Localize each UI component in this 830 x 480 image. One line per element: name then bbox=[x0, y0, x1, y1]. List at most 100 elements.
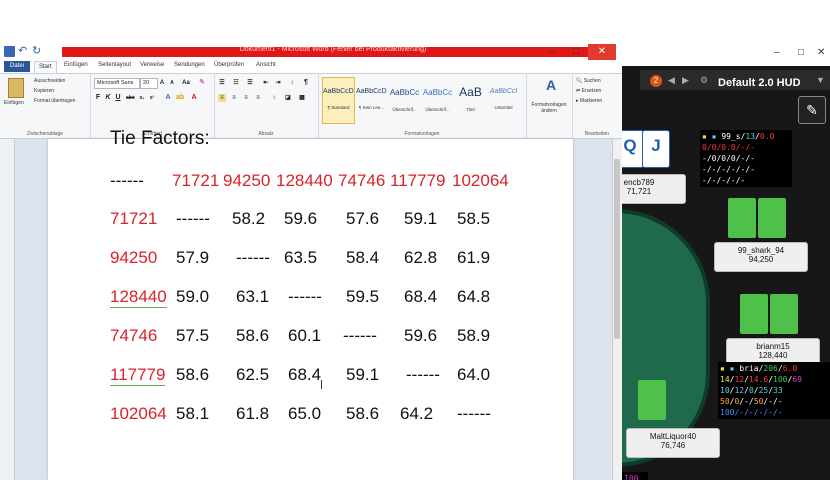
sort-icon[interactable]: ↕ bbox=[288, 79, 296, 87]
find-button[interactable]: 🔍︎ Suchen bbox=[576, 78, 601, 84]
shading-icon[interactable]: ◪ bbox=[284, 94, 292, 102]
save-icon[interactable] bbox=[4, 46, 15, 57]
table-cell: 58.1 bbox=[176, 404, 210, 423]
show-marks-icon[interactable]: ¶ bbox=[302, 79, 310, 87]
subscript-icon[interactable]: x₂ bbox=[138, 94, 146, 102]
row-label: 94250 bbox=[110, 248, 158, 267]
tab-mailings[interactable]: Sendungen bbox=[174, 62, 205, 68]
table-cell: 64.0 bbox=[457, 365, 491, 384]
tab-insert[interactable]: Einfügen bbox=[64, 62, 88, 68]
table-cell: 62.8 bbox=[404, 248, 438, 267]
player-stack: 94,250 bbox=[748, 255, 774, 264]
player-seat[interactable]: encb789 71,721 bbox=[622, 174, 686, 204]
table-cell: ------ bbox=[457, 404, 491, 423]
bold-icon[interactable]: F bbox=[94, 94, 102, 102]
player-seat[interactable]: MaltLiquor40 76,746 bbox=[626, 428, 720, 458]
card-back bbox=[770, 294, 798, 334]
style-subtitle[interactable]: AaBbCcI Untertitel bbox=[487, 77, 520, 124]
style-sample: AaBbCcDc bbox=[356, 88, 387, 95]
style-sample: AaB bbox=[459, 85, 482, 99]
vertical-scrollbar[interactable] bbox=[612, 139, 622, 480]
strikethrough-icon[interactable]: abc bbox=[126, 94, 135, 102]
minimize-icon[interactable]: – bbox=[774, 47, 780, 58]
numbering-icon[interactable]: ☷ bbox=[232, 79, 240, 87]
decrease-indent-icon[interactable]: ⇤ bbox=[262, 79, 270, 87]
cut-button[interactable]: Ausschneiden bbox=[34, 78, 65, 84]
change-styles-button[interactable]: Formatvorlagen ändern bbox=[528, 102, 570, 114]
player-hud-2[interactable]: ▪ ▪ bria/206/6.0 14/12/14.6/100/69 10/12… bbox=[718, 362, 830, 419]
tab-start[interactable]: Start bbox=[34, 61, 57, 73]
select-button[interactable]: ▸ Markieren bbox=[576, 98, 602, 104]
shrink-font-icon[interactable]: A bbox=[168, 79, 176, 87]
font-color-icon[interactable]: A bbox=[190, 94, 198, 102]
maximize-icon[interactable]: □ bbox=[798, 47, 804, 58]
increase-indent-icon[interactable]: ⇥ bbox=[274, 79, 282, 87]
highlight-icon[interactable]: ab bbox=[176, 94, 184, 102]
table-cell: 58.6 bbox=[236, 326, 270, 345]
style-name: Überschrif... bbox=[425, 107, 450, 112]
tab-review[interactable]: Überprüfen bbox=[214, 62, 244, 68]
font-name-select[interactable]: Microsoft Sans bbox=[94, 78, 140, 89]
scrollbar-thumb[interactable] bbox=[614, 159, 620, 339]
table-cell: 61.9 bbox=[457, 248, 491, 267]
column-header: 128440 bbox=[276, 171, 333, 190]
italic-icon[interactable]: K bbox=[104, 94, 112, 102]
grow-font-icon[interactable]: A bbox=[158, 79, 166, 87]
tab-file[interactable]: Datei bbox=[4, 61, 30, 72]
borders-icon[interactable]: ▦ bbox=[298, 94, 306, 102]
replace-button[interactable]: ⇄ Ersetzen bbox=[576, 88, 601, 94]
superscript-icon[interactable]: x² bbox=[148, 94, 156, 102]
window-controls: – □ ✕ bbox=[540, 44, 616, 60]
tab-view[interactable]: Ansicht bbox=[256, 62, 276, 68]
replace-label: Ersetzen bbox=[581, 88, 602, 94]
style-no-spacing[interactable]: AaBbCcDc ¶ Kein Lee... bbox=[355, 77, 388, 124]
close-icon[interactable]: ✕ bbox=[817, 47, 825, 58]
align-center-icon[interactable]: ≡ bbox=[230, 94, 238, 102]
align-left-icon[interactable]: ≡ bbox=[218, 94, 226, 102]
styles-group: AaBbCcDc ¶ Standard AaBbCcDc ¶ Kein Lee.… bbox=[318, 74, 527, 138]
table-cell: 57.5 bbox=[176, 326, 210, 345]
style-heading-2[interactable]: AaBbCc Überschrif... bbox=[421, 77, 454, 124]
column-header: 102064 bbox=[452, 171, 509, 190]
format-painter-button[interactable]: Format übertragen bbox=[34, 98, 75, 104]
chevron-down-icon[interactable]: ▼ bbox=[816, 75, 825, 85]
tab-page-layout[interactable]: Seitenlayout bbox=[98, 62, 131, 68]
style-name: ¶ Standard bbox=[327, 105, 350, 110]
underline-icon[interactable]: U bbox=[114, 94, 122, 102]
undo-icon[interactable]: ↶ bbox=[18, 46, 29, 57]
editing-group-label: Bearbeiten bbox=[584, 131, 610, 137]
paste-button[interactable]: Einfügen bbox=[4, 100, 24, 106]
style-title[interactable]: AaB Titel bbox=[454, 77, 487, 124]
player-seat[interactable]: 99_shark_94 94,250 bbox=[714, 242, 808, 272]
player-stack: 71,721 bbox=[626, 187, 652, 196]
justify-icon[interactable]: ≡ bbox=[254, 94, 262, 102]
line-spacing-icon[interactable]: ↕ bbox=[270, 94, 278, 102]
font-size-select[interactable]: 20 bbox=[140, 78, 158, 89]
bullets-icon[interactable]: ☰ bbox=[218, 79, 226, 87]
clear-format-icon[interactable]: ✎ bbox=[198, 79, 206, 87]
paste-icon[interactable] bbox=[8, 78, 24, 98]
style-heading-1[interactable]: AaBbCc Überschrif... bbox=[388, 77, 421, 124]
redo-icon[interactable]: ↻ bbox=[32, 46, 43, 57]
align-right-icon[interactable]: ≡ bbox=[242, 94, 250, 102]
text-effects-icon[interactable]: A bbox=[164, 94, 172, 102]
tab-references[interactable]: Verweise bbox=[140, 62, 164, 68]
change-styles-icon[interactable]: A bbox=[544, 78, 558, 92]
player-hud-1[interactable]: ▪ ▪ 99_s/13/0.0 0/0/0.0/-/- -/0/0/0/-/- … bbox=[700, 130, 792, 187]
table-count-badge[interactable]: 2 bbox=[650, 75, 662, 87]
close-icon[interactable]: ✕ bbox=[588, 44, 616, 60]
minimize-icon[interactable]: – bbox=[540, 44, 564, 60]
maximize-icon[interactable]: □ bbox=[564, 44, 588, 60]
next-arrow-icon[interactable]: ▶ bbox=[682, 75, 689, 86]
pencil-icon[interactable]: ✎ bbox=[798, 96, 826, 124]
style-standard[interactable]: AaBbCcDc ¶ Standard bbox=[322, 77, 355, 124]
gear-icon[interactable]: ⚙ bbox=[700, 75, 708, 86]
multilevel-list-icon[interactable]: ☰ bbox=[246, 79, 254, 87]
change-case-icon[interactable]: Aa bbox=[182, 79, 190, 87]
player-name: brianm15 bbox=[756, 342, 790, 351]
player-hud-3[interactable]: 100 bbox=[622, 472, 648, 480]
table-cell: 64.2 bbox=[400, 404, 434, 423]
copy-button[interactable]: Kopieren bbox=[34, 88, 54, 94]
prev-arrow-icon[interactable]: ◀ bbox=[668, 75, 675, 86]
hud-profile-name[interactable]: Default 2.0 HUD bbox=[718, 77, 801, 89]
